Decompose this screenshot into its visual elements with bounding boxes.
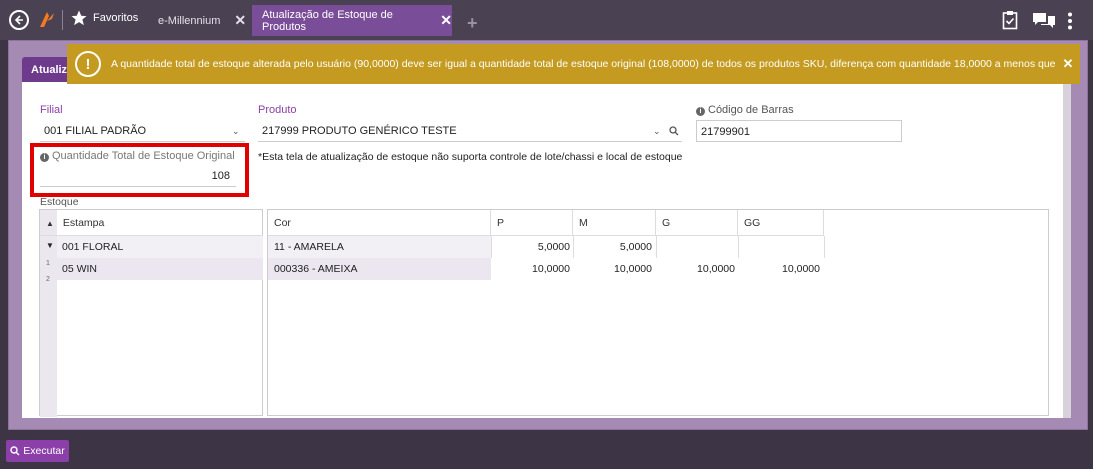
cell-g[interactable]: 10,0000: [656, 263, 735, 275]
back-icon[interactable]: [9, 10, 29, 30]
more-menu-icon[interactable]: [1067, 12, 1073, 30]
produto-value: 217999 PRODUTO GENÉRICO TESTE: [262, 125, 457, 137]
tab-label: Atualização de Estoque de Produtos: [262, 8, 393, 33]
vertical-scrollbar[interactable]: [1063, 82, 1071, 418]
app-logo-icon[interactable]: [38, 9, 56, 29]
column-header-m[interactable]: M: [573, 210, 656, 236]
table-row[interactable]: 05 WIN: [62, 263, 97, 275]
favorites-button[interactable]: Favoritos: [70, 9, 138, 27]
row-number: 1: [46, 260, 50, 267]
column-divider: [656, 236, 657, 258]
filial-label: Filial: [40, 104, 63, 116]
tab-label: e-Millennium: [158, 14, 221, 27]
close-icon[interactable]: ✕: [1056, 56, 1080, 72]
filial-value: 001 FILIAL PADRÃO: [44, 125, 147, 137]
cell-p[interactable]: 10,0000: [491, 263, 570, 275]
alert-message: A quantidade total de estoque alterada p…: [111, 58, 1056, 70]
tab-atualizacao-estoque[interactable]: Atualização de Estoque de Produtos ✕: [252, 5, 452, 36]
execute-label: Executar: [23, 445, 65, 457]
cell-cor[interactable]: 000336 - AMEIXA: [274, 263, 357, 275]
warning-icon: !: [75, 51, 101, 77]
column-header-g[interactable]: G: [656, 210, 738, 236]
stock-grid: Cor P M G GG 11 - AMARELA 5,0000 5,0000 …: [267, 209, 1049, 416]
column-header-gg[interactable]: GG: [738, 210, 824, 236]
close-icon[interactable]: ✕: [234, 12, 246, 29]
cell-cor[interactable]: 11 - AMARELA: [274, 241, 344, 253]
cell-m[interactable]: 5,0000: [573, 241, 652, 253]
filial-select[interactable]: 001 FILIAL PADRÃO: [40, 120, 245, 142]
warning-alert: ! A quantidade total de estoque alterada…: [67, 44, 1080, 84]
estampa-header-label: Estampa: [62, 217, 105, 229]
table-row[interactable]: 001 FLORAL: [62, 241, 123, 253]
column-divider: [824, 236, 825, 258]
cell-m[interactable]: 10,0000: [573, 263, 652, 275]
top-bar: Favoritos e-Millennium ✕ Atualização de …: [0, 0, 1093, 40]
execute-button[interactable]: Executar: [6, 440, 69, 462]
chevron-down-icon[interactable]: ⌄: [232, 126, 240, 137]
estampa-header[interactable]: ▲ Estampa: [40, 210, 263, 236]
estampa-grid: ▲ Estampa ▼ 001 FLORAL 1 05 WIN 2: [39, 209, 263, 417]
barcode-label-text: Código de Barras: [708, 104, 794, 116]
chevron-down-icon[interactable]: ⌄: [653, 126, 661, 137]
search-icon: [10, 446, 20, 456]
favorites-label: Favoritos: [93, 12, 139, 24]
divider: [62, 10, 63, 30]
highlight-box: [30, 143, 249, 197]
row-number: 2: [46, 276, 50, 283]
barcode-value: 21799901: [701, 126, 750, 138]
column-header-cor[interactable]: Cor: [268, 210, 491, 236]
estoque-section-label: Estoque: [40, 196, 79, 208]
produto-label: Produto: [258, 104, 297, 116]
info-icon: i: [696, 107, 705, 116]
cell-gg[interactable]: 10,0000: [738, 263, 820, 275]
search-icon[interactable]: [669, 126, 679, 136]
barcode-input[interactable]: 21799901: [696, 120, 902, 142]
produto-select[interactable]: 217999 PRODUTO GENÉRICO TESTE: [258, 120, 682, 142]
star-icon: [71, 10, 87, 26]
barcode-label: i Código de Barras: [696, 104, 794, 116]
clipboard-icon[interactable]: [1002, 10, 1018, 30]
stock-note: *Esta tela de atualização de estoque não…: [258, 151, 683, 163]
column-divider: [738, 236, 739, 258]
tab-e-millennium[interactable]: e-Millennium ✕: [148, 5, 248, 36]
column-header-p[interactable]: P: [491, 210, 573, 236]
collapse-icon[interactable]: ▼: [46, 241, 54, 250]
chat-icon[interactable]: [1032, 12, 1056, 29]
cell-p[interactable]: 5,0000: [491, 241, 570, 253]
close-icon[interactable]: ✕: [440, 12, 452, 29]
sort-up-icon[interactable]: ▲: [46, 219, 54, 228]
add-tab-icon[interactable]: +: [467, 13, 478, 34]
